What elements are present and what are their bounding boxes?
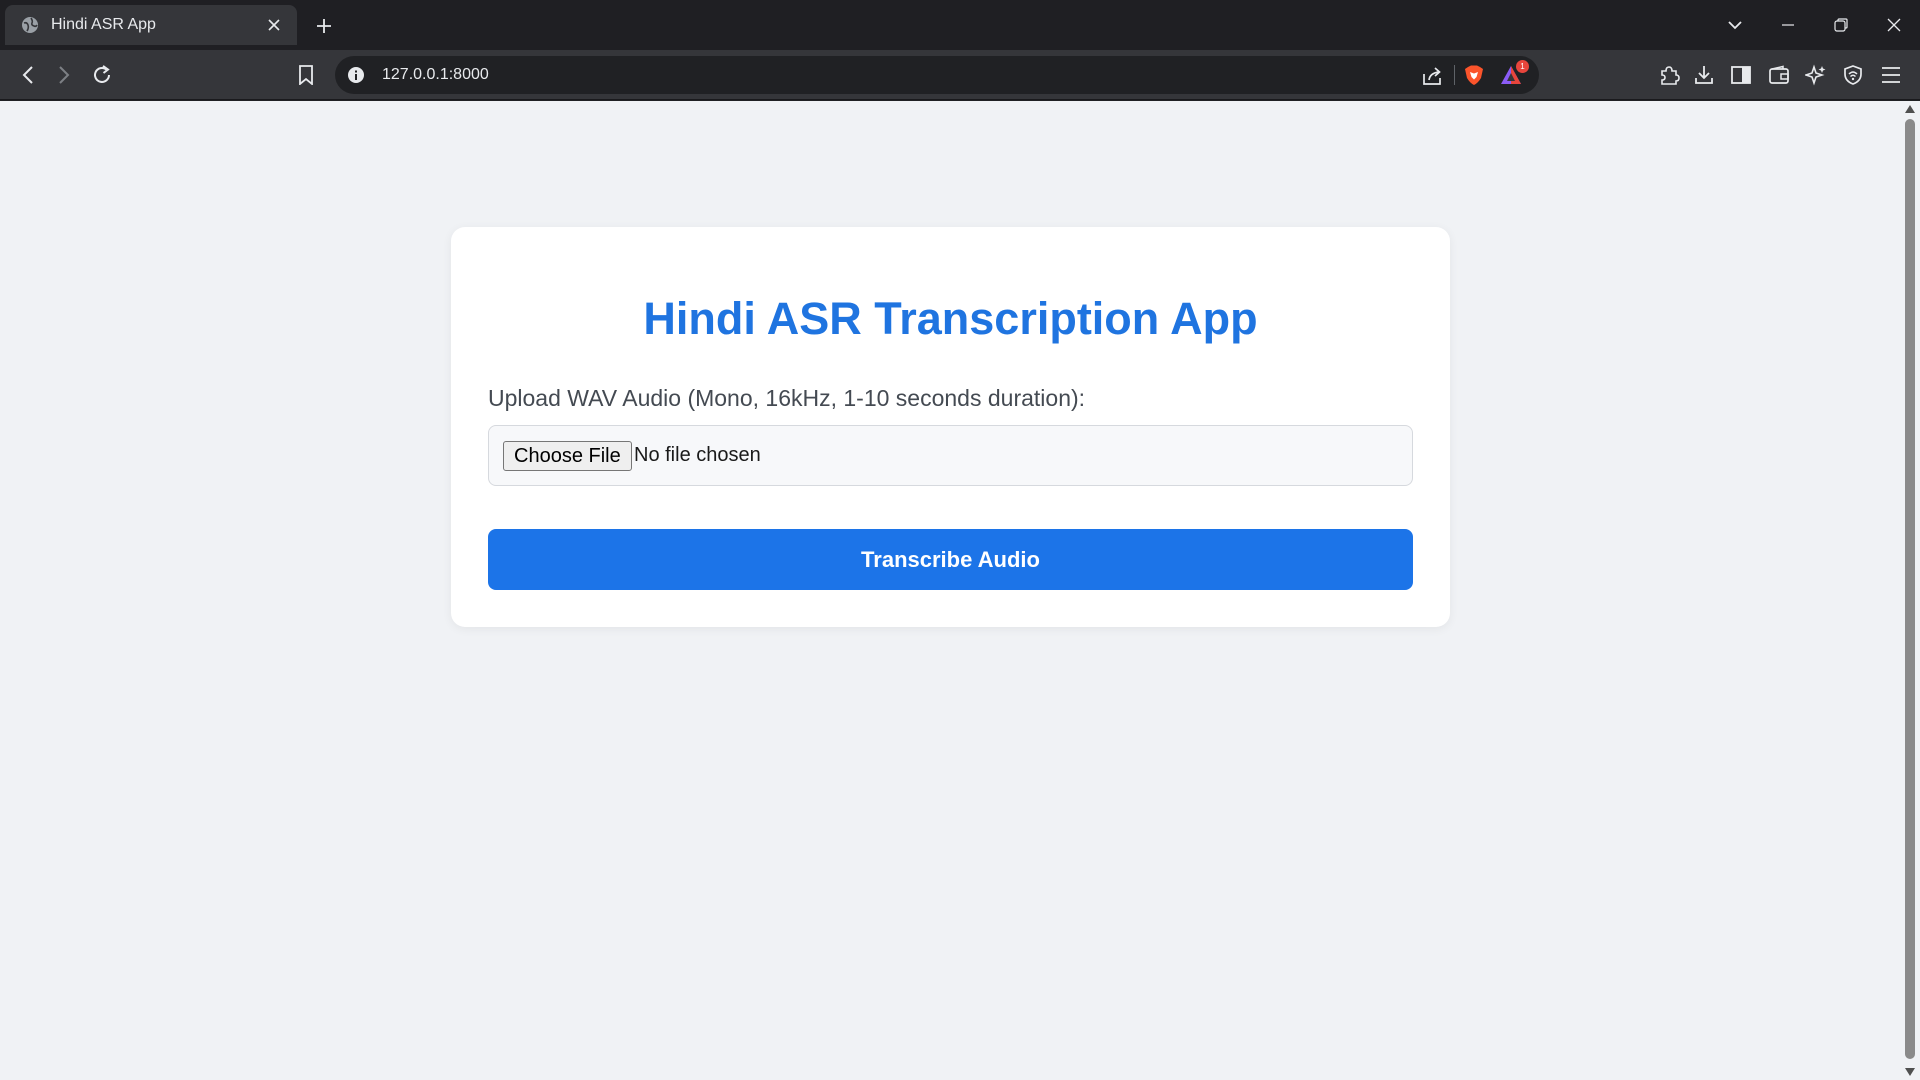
leo-ai-icon[interactable] xyxy=(1801,60,1831,90)
rewards-icon[interactable]: 1 xyxy=(1499,60,1529,88)
upload-label: Upload WAV Audio (Mono, 16kHz, 1-10 seco… xyxy=(488,385,1086,411)
file-input[interactable]: Choose File No file chosen xyxy=(488,425,1413,486)
globe-icon xyxy=(21,16,39,34)
wallet-icon[interactable] xyxy=(1764,60,1794,90)
chevron-down-icon[interactable] xyxy=(1708,0,1761,50)
choose-file-button[interactable]: Choose File xyxy=(503,441,632,471)
transcribe-button[interactable]: Transcribe Audio xyxy=(488,529,1413,590)
brave-shield-icon[interactable] xyxy=(1463,64,1485,86)
share-icon[interactable] xyxy=(1421,65,1443,87)
window-controls xyxy=(1708,0,1920,50)
page-title: Hindi ASR Transcription App xyxy=(643,293,1258,344)
browser-tab[interactable]: Hindi ASR App xyxy=(5,5,297,45)
rewards-badge: 1 xyxy=(1516,60,1529,73)
url-text[interactable]: 127.0.0.1:8000 xyxy=(382,66,489,84)
minimize-icon[interactable] xyxy=(1761,0,1814,50)
bookmark-icon[interactable] xyxy=(291,60,321,90)
address-bar[interactable]: 127.0.0.1:8000 1 xyxy=(335,56,1539,94)
vpn-icon[interactable] xyxy=(1838,60,1868,90)
divider xyxy=(1454,65,1455,85)
tab-strip: Hindi ASR App xyxy=(0,0,1920,50)
upload-card: Hindi ASR Transcription App Upload WAV A… xyxy=(451,227,1450,627)
back-icon[interactable] xyxy=(13,60,43,90)
extensions-icon[interactable] xyxy=(1654,60,1684,90)
close-icon[interactable] xyxy=(263,14,285,36)
tab-title: Hindi ASR App xyxy=(51,16,156,33)
reload-icon[interactable] xyxy=(87,60,117,90)
scroll-thumb[interactable] xyxy=(1905,119,1915,1059)
menu-icon[interactable] xyxy=(1876,60,1906,90)
scroll-down-arrow[interactable] xyxy=(1905,1068,1915,1076)
page-viewport: Hindi ASR Transcription App Upload WAV A… xyxy=(0,101,1900,1080)
close-window-icon[interactable] xyxy=(1867,0,1920,50)
scrollbar[interactable] xyxy=(1900,101,1920,1080)
scroll-up-arrow[interactable] xyxy=(1905,105,1915,113)
browser-toolbar: 127.0.0.1:8000 1 xyxy=(0,50,1920,100)
restore-icon[interactable] xyxy=(1814,0,1867,50)
sidebar-icon[interactable] xyxy=(1726,60,1756,90)
download-icon[interactable] xyxy=(1689,60,1719,90)
forward-icon[interactable] xyxy=(49,60,79,90)
plus-icon[interactable] xyxy=(310,12,338,40)
file-status: No file chosen xyxy=(634,444,761,466)
info-icon[interactable] xyxy=(347,66,365,84)
